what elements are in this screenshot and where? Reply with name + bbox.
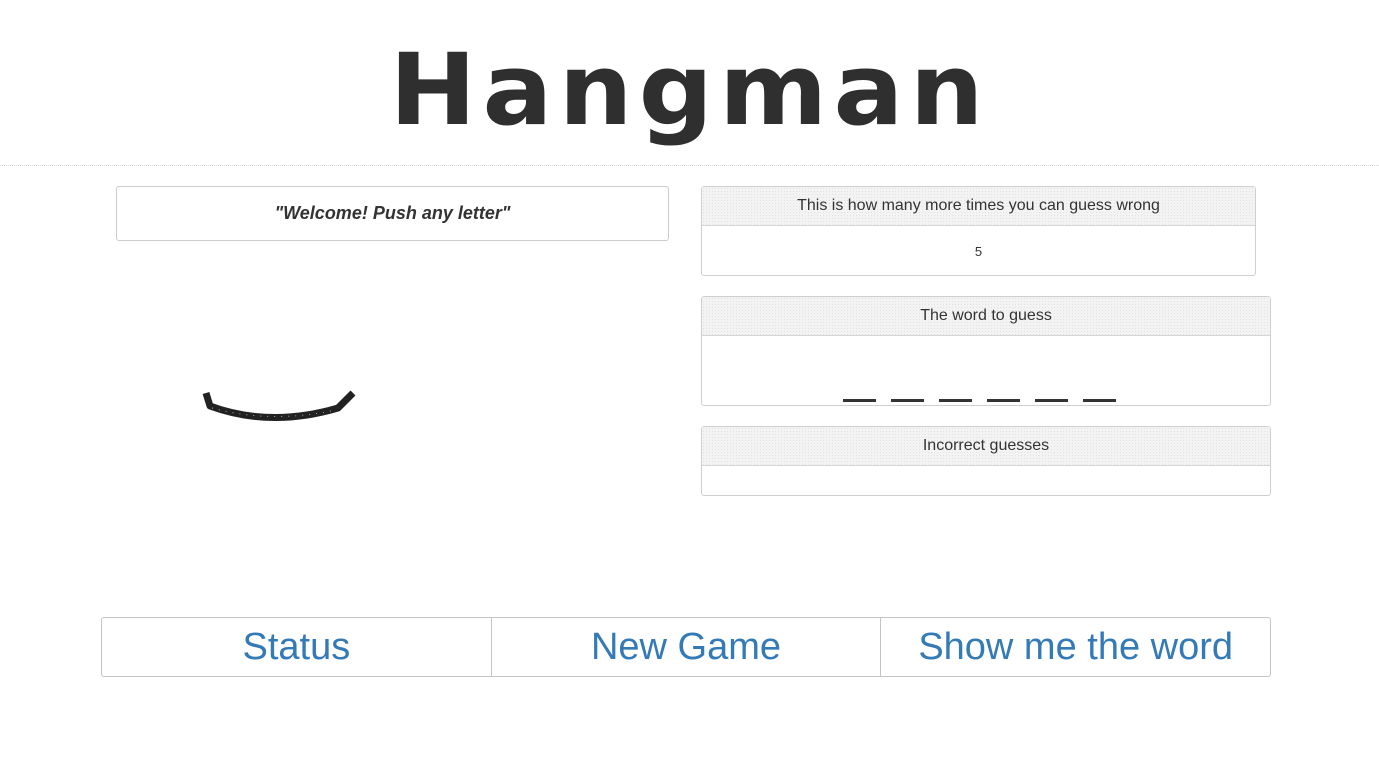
header: Hangman (0, 0, 1379, 166)
remaining-guesses-panel: This is how many more times you can gues… (701, 186, 1256, 276)
new-game-button[interactable]: New Game (491, 617, 882, 677)
letter-blank (1082, 399, 1116, 402)
show-word-button[interactable]: Show me the word (881, 617, 1272, 677)
letter-blank (986, 399, 1020, 402)
incorrect-guesses-value (702, 466, 1270, 496)
word-display (702, 336, 1270, 406)
word-heading: The word to guess (702, 297, 1270, 336)
incorrect-guesses-panel: Incorrect guesses (701, 426, 1271, 496)
hangman-base-arc-icon (202, 390, 356, 421)
letter-blank (1034, 399, 1068, 402)
letter-blank (842, 399, 876, 402)
status-message: "Welcome! Push any letter" (116, 186, 669, 241)
remaining-guesses-value: 5 (974, 243, 983, 259)
word-panel: The word to guess (701, 296, 1271, 406)
page-title: Hangman (389, 32, 990, 148)
status-button[interactable]: Status (101, 617, 492, 677)
hangman-drawing (190, 380, 370, 440)
remaining-guesses-heading: This is how many more times you can gues… (702, 187, 1255, 226)
incorrect-guesses-heading: Incorrect guesses (702, 427, 1270, 466)
letter-blank (938, 399, 972, 402)
letter-blank (890, 399, 924, 402)
letter-blanks (842, 399, 1116, 402)
action-buttons: Status New Game Show me the word (101, 617, 1272, 677)
hangman-page: Hangman "Welcome! Push any letter" This … (0, 0, 1379, 776)
